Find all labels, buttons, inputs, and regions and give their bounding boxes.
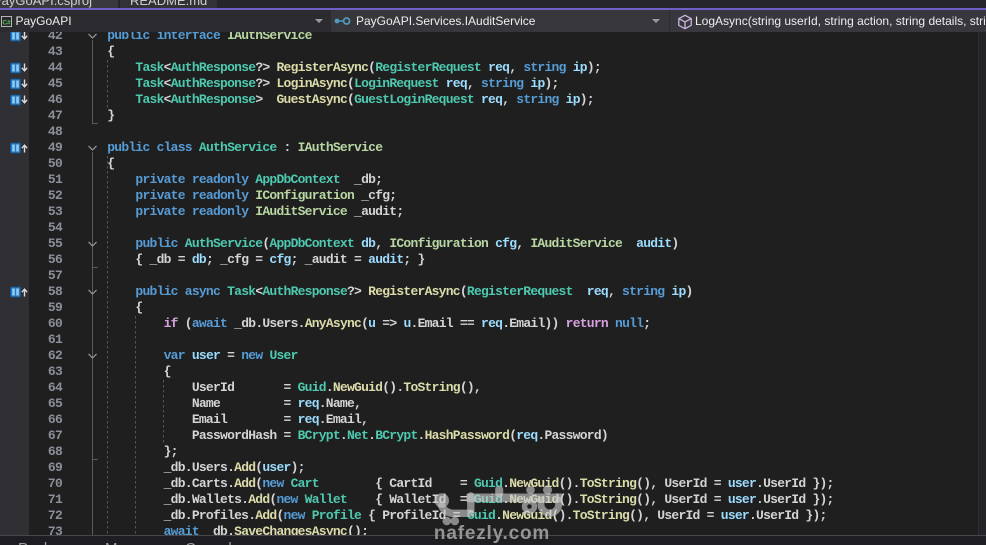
svg-text:C#: C# (2, 20, 11, 27)
